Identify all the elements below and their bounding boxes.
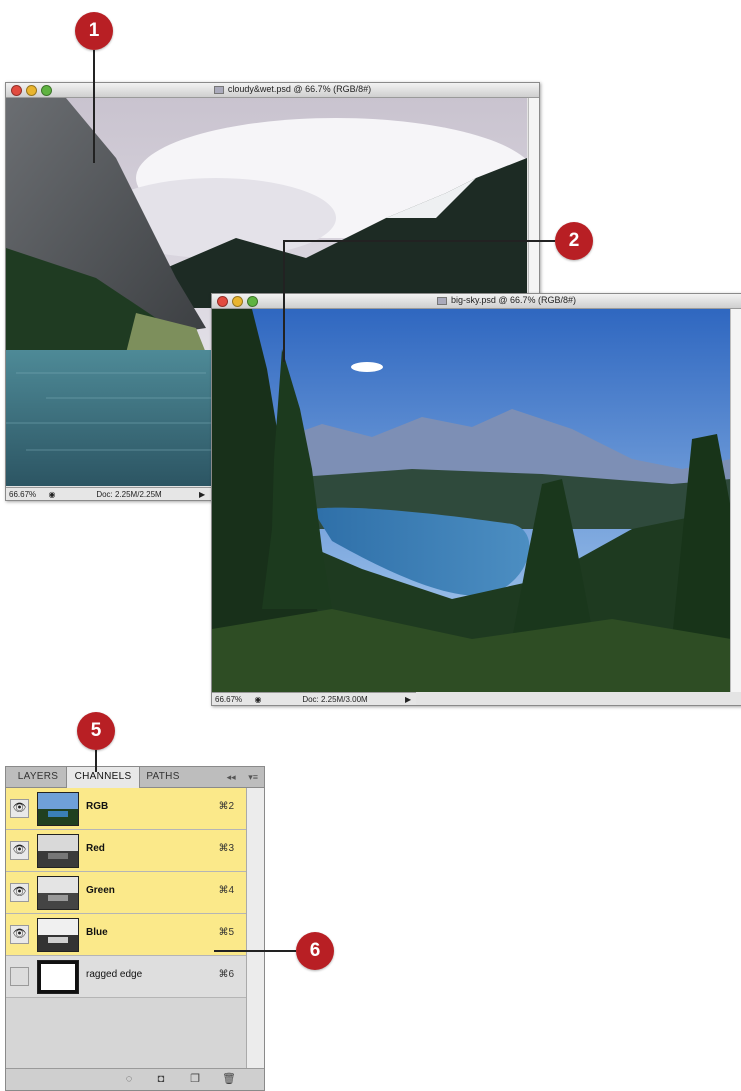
load-selection-icon[interactable]: ◌ (122, 1072, 136, 1086)
tab-channels[interactable]: CHANNELS (66, 767, 140, 788)
zoom-level[interactable]: 66.67% (6, 490, 45, 499)
zoom-level[interactable]: 66.67% (212, 695, 251, 704)
panel-tabs: LAYERS CHANNELS PATHS ◂◂ ▾≡ (6, 767, 264, 788)
channel-row-blue[interactable]: 👁 Blue ⌘5 (6, 914, 246, 956)
channel-name: Red (86, 843, 105, 854)
channel-thumbnail (37, 792, 79, 826)
forest-lake-photo (212, 309, 731, 692)
panel-scrollbar[interactable] (246, 788, 264, 1068)
visibility-eye-icon[interactable]: 👁 (10, 883, 29, 902)
save-selection-icon[interactable]: ◘ (154, 1072, 168, 1086)
status-menu-arrow[interactable]: ▶ (405, 695, 413, 704)
callout-2: 2 (555, 222, 593, 260)
window-titlebar[interactable]: big-sky.psd @ 66.7% (RGB/8#) (212, 294, 741, 309)
new-channel-icon[interactable]: ❐ (188, 1072, 202, 1086)
callout-1-leader (93, 50, 95, 163)
panel-footer: ◌ ◘ ❐ 🗑 (6, 1068, 264, 1090)
channel-thumbnail (37, 918, 79, 952)
trash-icon[interactable]: 🗑 (222, 1072, 236, 1086)
status-icon[interactable]: ◉ (251, 695, 265, 704)
window-title: cloudy&wet.psd @ 66.7% (RGB/8#) (6, 84, 539, 94)
channels-panel: LAYERS CHANNELS PATHS ◂◂ ▾≡ 👁 RGB ⌘2 👁 R… (5, 766, 265, 1091)
doc-size: Doc: 2.25M/2.25M (96, 489, 162, 499)
channel-shortcut: ⌘4 (218, 885, 234, 896)
channel-shortcut: ⌘2 (218, 801, 234, 812)
channel-name: ragged edge (86, 969, 143, 980)
callout-6-leader (214, 950, 296, 952)
vertical-scrollbar[interactable] (730, 309, 741, 692)
channel-thumbnail (37, 876, 79, 910)
channel-row-green[interactable]: 👁 Green ⌘4 (6, 872, 246, 914)
document-icon (213, 85, 224, 94)
channel-shortcut: ⌘3 (218, 843, 234, 854)
status-bar: 66.67% ◉ Doc: 2.25M/2.25M ▶ (6, 487, 213, 500)
status-bar: 66.67% ◉ Doc: 2.25M/3.00M ▶ (212, 692, 416, 705)
collapse-icon[interactable]: ◂◂ (227, 772, 236, 782)
callout-2-leader-h (283, 240, 555, 242)
channel-row-rgb[interactable]: 👁 RGB ⌘2 (6, 788, 246, 830)
visibility-toggle-empty[interactable] (10, 967, 29, 986)
channel-name: RGB (86, 801, 109, 812)
panel-controls: ◂◂ ▾≡ (227, 767, 258, 787)
channel-row-red[interactable]: 👁 Red ⌘3 (6, 830, 246, 872)
visibility-eye-icon[interactable]: 👁 (10, 799, 29, 818)
visibility-eye-icon[interactable]: 👁 (10, 925, 29, 944)
channel-thumbnail (37, 960, 79, 994)
callout-1: 1 (75, 12, 113, 50)
status-icon[interactable]: ◉ (45, 490, 59, 499)
tab-layers[interactable]: LAYERS (10, 767, 66, 787)
doc-size: Doc: 2.25M/3.00M (302, 694, 368, 704)
channel-name: Blue (86, 927, 108, 938)
status-menu-arrow[interactable]: ▶ (199, 490, 207, 499)
channel-row-ragged-edge[interactable]: ragged edge ⌘6 (6, 956, 246, 998)
channel-list: 👁 RGB ⌘2 👁 Red ⌘3 👁 Green ⌘4 👁 Blue ⌘5 r… (6, 788, 246, 998)
window-titlebar[interactable]: cloudy&wet.psd @ 66.7% (RGB/8#) (6, 83, 539, 98)
window-title: big-sky.psd @ 66.7% (RGB/8#) (212, 295, 741, 305)
image-canvas-big-sky[interactable] (212, 309, 731, 692)
document-window-big-sky[interactable]: big-sky.psd @ 66.7% (RGB/8#) 66.67% ◉ Do… (211, 293, 741, 706)
panel-menu-icon[interactable]: ▾≡ (248, 772, 258, 782)
visibility-eye-icon[interactable]: 👁 (10, 841, 29, 860)
callout-2-leader-v (283, 240, 285, 362)
channel-shortcut: ⌘6 (218, 969, 234, 980)
channel-name: Green (86, 885, 115, 896)
channel-thumbnail (37, 834, 79, 868)
document-icon (436, 296, 447, 305)
tab-paths[interactable]: PATHS (140, 767, 186, 787)
callout-5: 5 (77, 712, 115, 750)
channel-shortcut: ⌘5 (218, 927, 234, 938)
callout-6: 6 (296, 932, 334, 970)
callout-5-leader (95, 750, 97, 772)
